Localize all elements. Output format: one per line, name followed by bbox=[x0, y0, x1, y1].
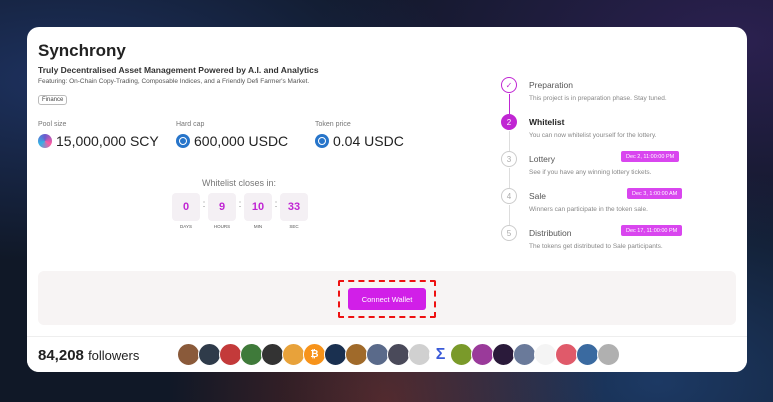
step-number: 4 bbox=[501, 188, 517, 204]
avatar[interactable] bbox=[261, 343, 284, 366]
scy-token-icon bbox=[38, 134, 52, 148]
avatar[interactable] bbox=[597, 343, 620, 366]
bitcoin-avatar-icon[interactable]: ₿ bbox=[303, 343, 326, 366]
pool-size-value: 15,000,000 SCY bbox=[56, 133, 159, 149]
avatar[interactable] bbox=[219, 343, 242, 366]
step-number: 3 bbox=[501, 151, 517, 167]
followers-number: 84,208 bbox=[38, 347, 84, 364]
avatar[interactable] bbox=[471, 343, 494, 366]
avatar[interactable] bbox=[198, 343, 221, 366]
pool-size-label: Pool size bbox=[38, 121, 67, 128]
project-tagline: Truly Decentralised Asset Management Pow… bbox=[38, 65, 319, 75]
connect-wallet-button[interactable]: Connect Wallet bbox=[348, 288, 426, 310]
step-whitelist: 2 Whitelist You can now whitelist yourse… bbox=[501, 114, 721, 151]
token-price-label: Token price bbox=[315, 121, 351, 128]
step-name: Whitelist bbox=[529, 117, 565, 127]
avatar[interactable] bbox=[366, 343, 389, 366]
followers-count: 84,208 followers bbox=[38, 347, 139, 364]
countdown-min: 10 MIN bbox=[244, 193, 272, 229]
countdown-title: Whitelist closes in: bbox=[202, 178, 277, 188]
hard-cap-stat: Hard cap 600,000 USDC bbox=[176, 121, 288, 149]
avatar[interactable] bbox=[492, 343, 515, 366]
avatar[interactable] bbox=[576, 343, 599, 366]
step-desc: See if you have any winning lottery tick… bbox=[529, 169, 652, 176]
countdown-separator: : bbox=[274, 199, 278, 210]
step-desc: You can now whitelist yourself for the l… bbox=[529, 132, 657, 139]
avatar[interactable] bbox=[282, 343, 305, 366]
countdown-days: 0 DAYS bbox=[172, 193, 200, 229]
step-number: 2 bbox=[501, 114, 517, 130]
avatar[interactable] bbox=[513, 343, 536, 366]
sigma-avatar-icon[interactable]: Σ bbox=[429, 343, 452, 366]
step-lottery: 3 Lottery Dec 2, 11:00:00 PM See if you … bbox=[501, 151, 721, 188]
project-title: Synchrony bbox=[38, 41, 126, 60]
step-preparation: ✓ Preparation This project is in prepara… bbox=[501, 77, 721, 114]
followers-label: followers bbox=[88, 348, 140, 363]
date-badge: Dec 3, 1:00:00 AM bbox=[627, 188, 683, 199]
project-featuring: Featuring: On-Chain Copy-Trading, Compos… bbox=[38, 78, 310, 85]
step-desc: Winners can participate in the token sal… bbox=[529, 206, 648, 213]
follower-avatars: ₿ Σ bbox=[177, 343, 620, 366]
step-desc: The tokens get distributed to Sale parti… bbox=[529, 243, 663, 250]
countdown-hours: 9 HOURS bbox=[208, 193, 236, 229]
token-price-value: 0.04 USDC bbox=[333, 133, 404, 149]
hard-cap-value: 600,000 USDC bbox=[194, 133, 289, 149]
project-card: Synchrony Truly Decentralised Asset Mana… bbox=[27, 27, 747, 372]
avatar[interactable] bbox=[387, 343, 410, 366]
token-price-stat: Token price 0.04 USDC bbox=[315, 121, 404, 149]
countdown-timer: 0 DAYS : 9 HOURS : 10 MIN : 33 SEC bbox=[172, 193, 308, 229]
avatar[interactable] bbox=[345, 343, 368, 366]
countdown-separator: : bbox=[238, 199, 242, 210]
usdc-token-icon bbox=[315, 134, 329, 148]
pool-size-stat: Pool size 15,000,000 SCY bbox=[38, 121, 159, 149]
step-name: Lottery bbox=[529, 154, 555, 164]
avatar[interactable] bbox=[408, 343, 431, 366]
sale-steps: ✓ Preparation This project is in prepara… bbox=[501, 77, 721, 262]
step-sale: 4 Sale Dec 3, 1:00:00 AM Winners can par… bbox=[501, 188, 721, 225]
countdown-sec: 33 SEC bbox=[280, 193, 308, 229]
step-number: 5 bbox=[501, 225, 517, 241]
step-name: Preparation bbox=[529, 80, 573, 90]
avatar[interactable] bbox=[534, 343, 557, 366]
avatar[interactable] bbox=[324, 343, 347, 366]
avatar[interactable] bbox=[240, 343, 263, 366]
avatar[interactable] bbox=[177, 343, 200, 366]
step-name: Distribution bbox=[529, 228, 572, 238]
checkmark-icon: ✓ bbox=[501, 77, 517, 93]
countdown-separator: : bbox=[202, 199, 206, 210]
usdc-token-icon bbox=[176, 134, 190, 148]
step-distribution: 5 Distribution Dec 17, 11:00:00 PM The t… bbox=[501, 225, 721, 262]
wallet-panel: Connect Wallet bbox=[38, 271, 736, 325]
category-tag: Finance bbox=[38, 95, 68, 105]
avatar[interactable] bbox=[450, 343, 473, 366]
hard-cap-label: Hard cap bbox=[176, 121, 205, 128]
step-name: Sale bbox=[529, 191, 547, 201]
followers-bar: 84,208 followers ₿ Σ bbox=[27, 336, 747, 372]
avatar[interactable] bbox=[555, 343, 578, 366]
date-badge: Dec 17, 11:00:00 PM bbox=[621, 225, 683, 236]
step-desc: This project is in preparation phase. St… bbox=[529, 95, 667, 102]
date-badge: Dec 2, 11:00:00 PM bbox=[621, 151, 680, 162]
